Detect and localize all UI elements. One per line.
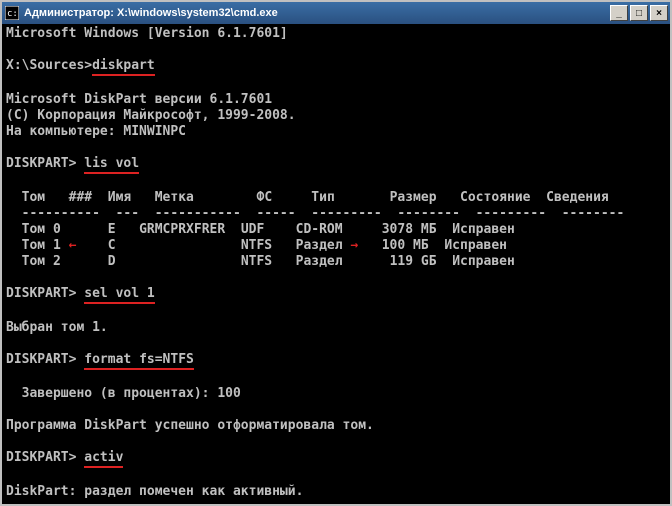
arrow-right-icon: →	[350, 238, 358, 254]
titlebar[interactable]: c: Администратор: X:\windows\system32\cm…	[2, 2, 670, 24]
row-cell: NTFS	[241, 238, 272, 253]
row-cell: Том 1	[22, 238, 61, 253]
row-cell: C	[108, 238, 116, 253]
line: Microsoft Windows [Version 6.1.7601]	[6, 26, 288, 41]
line: (C) Корпорация Майкрософт, 1999-2008.	[6, 108, 296, 123]
svg-text:c:: c:	[7, 9, 18, 19]
cmd-window: c: Администратор: X:\windows\system32\cm…	[0, 0, 672, 506]
prompt: X:\Sources>	[6, 58, 92, 73]
maximize-button[interactable]: □	[630, 5, 648, 21]
close-button[interactable]: ×	[650, 5, 668, 21]
row-cell: 3078 МБ	[382, 222, 437, 237]
col-label: Метка	[155, 190, 194, 205]
diskpart-prompt: DISKPART>	[6, 156, 84, 171]
line: Выбран том 1.	[6, 320, 108, 335]
cmd-icon: c:	[4, 5, 20, 21]
cmd-sel-vol: sel vol 1	[84, 286, 154, 304]
col-num: ###	[69, 190, 92, 205]
row-cell: Исправен	[444, 238, 507, 253]
row-cell: Раздел	[296, 254, 343, 269]
col-name: Имя	[108, 190, 131, 205]
diskpart-prompt: DISKPART>	[6, 450, 84, 465]
diskpart-prompt: DISKPART>	[6, 352, 84, 367]
row-cell: NTFS	[241, 254, 272, 269]
cmd-lis-vol: lis vol	[84, 156, 139, 174]
arrow-left-icon: ←	[69, 238, 77, 254]
col-size: Размер	[390, 190, 437, 205]
col-fs: ФС	[257, 190, 273, 205]
title-text: Администратор: X:\windows\system32\cmd.e…	[24, 7, 610, 19]
window-buttons: _ □ ×	[610, 5, 668, 21]
row-cell: Исправен	[452, 254, 515, 269]
line: DiskPart: раздел помечен как активный.	[6, 484, 303, 499]
line: Microsoft DiskPart версии 6.1.7601	[6, 92, 272, 107]
line: Завершено (в процентах): 100	[6, 386, 241, 401]
col-state: Состояние	[460, 190, 530, 205]
row-cell: D	[108, 254, 116, 269]
row-cell: GRMCPRXFRER	[139, 222, 225, 237]
cmd-diskpart: diskpart	[92, 58, 155, 76]
row-cell: Том 2	[22, 254, 61, 269]
col-info: Сведения	[546, 190, 609, 205]
row-cell: 119 GБ	[390, 254, 437, 269]
row-cell: Исправен	[452, 222, 515, 237]
line: Программа DiskPart успешно отформатирова…	[6, 418, 374, 433]
minimize-button[interactable]: _	[610, 5, 628, 21]
cmd-format: format fs=NTFS	[84, 352, 194, 370]
terminal-output[interactable]: Microsoft Windows [Version 6.1.7601] X:\…	[2, 24, 670, 504]
row-cell: UDF	[241, 222, 264, 237]
line: На компьютере: MINWINPC	[6, 124, 186, 139]
row-cell: E	[108, 222, 116, 237]
cmd-activ: activ	[84, 450, 123, 468]
row-cell: CD-ROM	[296, 222, 343, 237]
row-cell: Раздел	[296, 238, 343, 253]
row-cell: 100 МБ	[382, 238, 429, 253]
diskpart-prompt: DISKPART>	[6, 286, 84, 301]
col-tom: Том	[22, 190, 45, 205]
col-type: Тип	[311, 190, 334, 205]
row-cell: Том 0	[22, 222, 61, 237]
